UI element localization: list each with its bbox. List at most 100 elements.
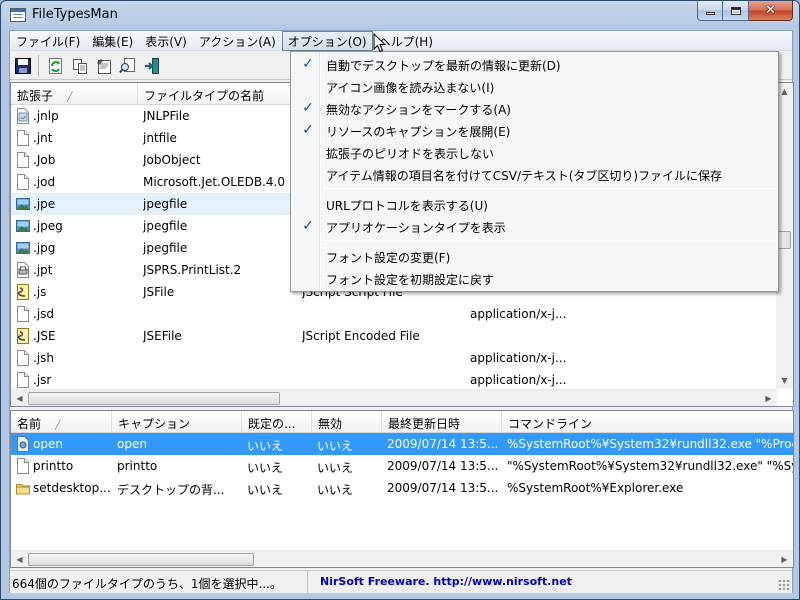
column-header[interactable]: 名前 ╱ <box>11 411 112 433</box>
column-header[interactable]: 最終更新日時 <box>382 411 502 433</box>
file-type-row[interactable]: .jsr application/x-j... <box>11 369 777 391</box>
extension-cell: .jod <box>33 175 56 189</box>
menu-edit[interactable]: 編集(E) <box>86 31 139 51</box>
save-button[interactable] <box>14 57 32 75</box>
extension-cell: .jsd <box>33 307 55 321</box>
column-header-label: 無効 <box>318 417 343 431</box>
find-button[interactable] <box>119 57 137 75</box>
file-types-hscroll[interactable]: ◀ ▶ <box>11 389 777 406</box>
description-cell <box>302 347 465 369</box>
copy-button[interactable] <box>71 57 89 75</box>
column-header[interactable]: 既定の... <box>242 411 312 433</box>
minimize-icon <box>705 12 715 15</box>
extension-cell: .js <box>33 285 47 299</box>
extension-cell: .jnt <box>33 131 53 145</box>
action-row[interactable]: setdesktop... デスクトップの背... いいえ いいえ 2009/07/14… <box>11 477 793 499</box>
exit-icon <box>143 57 161 78</box>
options-menu-item-label: 自動でデスクトップを最新の情報に更新(D) <box>326 59 561 73</box>
nirsoft-link[interactable]: NirSoft Freeware. http://www.nirsoft.net <box>316 571 572 593</box>
column-header[interactable]: 拡張子 ╱ <box>11 83 138 105</box>
options-menu-item-label: アプリオケーションタイプを表示 <box>326 221 506 235</box>
file-type-row[interactable]: .jsd application/x-j... <box>11 303 777 325</box>
image-file-icon <box>16 218 30 234</box>
sort-ascending-icon: ╱ <box>67 93 73 103</box>
close-button[interactable]: ✕ <box>749 1 793 21</box>
blank-file-icon <box>16 174 30 190</box>
find-icon <box>119 57 137 78</box>
type-name-cell: jpegfile <box>143 219 188 233</box>
description-cell: JScript Encoded File <box>302 329 420 343</box>
actions-header: 名前 ╱ キャプション 既定の... 無効 最終更新日時 コマンドライン <box>11 411 793 433</box>
type-name-cell: JobObject <box>143 153 201 167</box>
options-menu-item[interactable]: ✓ アプリオケーションタイプを表示 <box>293 215 778 237</box>
options-menu-item[interactable]: アイコン画像を読み込まない(I) <box>293 75 778 97</box>
blank-file-icon <box>16 372 30 388</box>
menu-options[interactable]: オプション(O) <box>281 31 373 51</box>
file-type-row[interactable]: .JSE JSEFile JScript Encoded File <box>11 325 777 347</box>
column-header[interactable]: コマンドライン <box>502 411 793 433</box>
action-command-cell: "%SystemRoot%¥System32¥rundll32.exe" "%S… <box>507 459 794 473</box>
title-bar[interactable]: FileTypesMan ✕ <box>1 1 799 29</box>
blank-file-icon <box>16 130 30 146</box>
options-menu-item[interactable]: フォント設定を初期設定に戻す <box>293 267 778 289</box>
extension-cell: .jsh <box>33 351 55 365</box>
scroll-left-icon[interactable]: ◀ <box>11 390 28 406</box>
scroll-down-icon[interactable]: ▼ <box>776 372 793 389</box>
column-header[interactable]: ファイルタイプの名前 <box>138 83 297 105</box>
file-type-row[interactable]: .jsh application/x-j... <box>11 347 777 369</box>
options-menu-item[interactable]: URLプロトコルを表示する(U) <box>293 193 778 215</box>
action-row[interactable]: printto printto いいえ いいえ 2009/07/14 13:5... "%… <box>11 455 793 477</box>
menu-view[interactable]: 表示(V) <box>139 31 193 51</box>
refresh-button[interactable] <box>47 57 65 75</box>
scroll-right-icon[interactable]: ▶ <box>760 390 777 406</box>
options-menu-item[interactable]: 拡張子のピリオドを表示しない <box>293 141 778 163</box>
actions-hscroll[interactable]: ◀ ▶ <box>11 550 793 567</box>
status-count: 664個のファイルタイプのうち、1個を選択中...。 <box>10 571 308 593</box>
options-menu-item[interactable]: ✓ 自動でデスクトップを最新の情報に更新(D) <box>293 53 778 75</box>
hscroll-thumb[interactable] <box>28 392 280 405</box>
menu-action[interactable]: アクション(A) <box>193 31 282 51</box>
maximize-button[interactable] <box>723 1 749 21</box>
menu-bar: ファイル(F) 編集(E) 表示(V) アクション(A) オプション(O) ヘルプ(H) <box>10 31 792 51</box>
type-name-cell: JNLPFile <box>143 109 190 123</box>
script-file-icon <box>16 328 30 344</box>
options-menu-item-label: アイテム情報の項目名を付けてCSV/テキスト(タブ区切り)ファイルに保存 <box>326 169 723 183</box>
blank-file-icon <box>16 306 30 322</box>
options-menu-item-label: 無効なアクションをマークする(A) <box>326 103 511 117</box>
options-menu-item[interactable]: ✓ 無効なアクションをマークする(A) <box>293 97 778 119</box>
action-disabled-cell: いいえ <box>317 439 354 453</box>
column-header[interactable]: キャプション <box>112 411 242 433</box>
minimize-button[interactable] <box>697 1 723 21</box>
action-modified-cell: 2009/07/14 13:5... <box>387 437 499 451</box>
mime-type-cell <box>470 325 777 347</box>
app-icon <box>10 8 26 22</box>
blank-file-icon <box>16 152 30 168</box>
caption-buttons: ✕ <box>697 1 793 21</box>
hscroll-thumb[interactable] <box>28 553 254 566</box>
action-caption-cell: printto <box>117 459 158 473</box>
vscroll-thumb[interactable] <box>778 231 791 249</box>
column-header-label: 拡張子 <box>17 89 54 103</box>
scroll-left-icon[interactable]: ◀ <box>11 551 28 567</box>
action-row[interactable]: open open いいえ いいえ 2009/07/14 13:5... %SystemR… <box>11 433 793 455</box>
extension-cell: .jnlp <box>33 109 59 123</box>
script-file-icon <box>16 284 30 300</box>
scroll-right-icon[interactable]: ▶ <box>776 551 793 567</box>
options-menu-item[interactable]: アイテム情報の項目名を付けてCSV/テキスト(タブ区切り)ファイルに保存 <box>293 163 778 185</box>
blank-file-icon <box>16 458 30 474</box>
menu-file[interactable]: ファイル(F) <box>10 31 86 51</box>
action-caption-cell: open <box>117 437 147 451</box>
extension-cell: .jpt <box>33 263 53 277</box>
options-menu-item-label: フォント設定を初期設定に戻す <box>326 273 495 287</box>
column-header[interactable]: 無効 <box>312 411 382 433</box>
properties-button[interactable] <box>95 57 113 75</box>
type-name-cell: JSEFile <box>143 329 182 343</box>
actions-list[interactable]: 名前 ╱ キャプション 既定の... 無効 最終更新日時 コマンドライン open open い… <box>10 410 794 568</box>
mouse-cursor-icon <box>373 33 387 53</box>
options-menu-item[interactable]: ✓ リソースのキャプションを展開(E) <box>293 119 778 141</box>
blank-file-icon <box>16 350 30 366</box>
options-menu-item[interactable]: フォント設定の変更(F) <box>293 245 778 267</box>
resize-grip-icon[interactable] <box>778 579 790 591</box>
exit-button[interactable] <box>143 57 161 75</box>
extension-cell: .jpe <box>33 197 56 211</box>
